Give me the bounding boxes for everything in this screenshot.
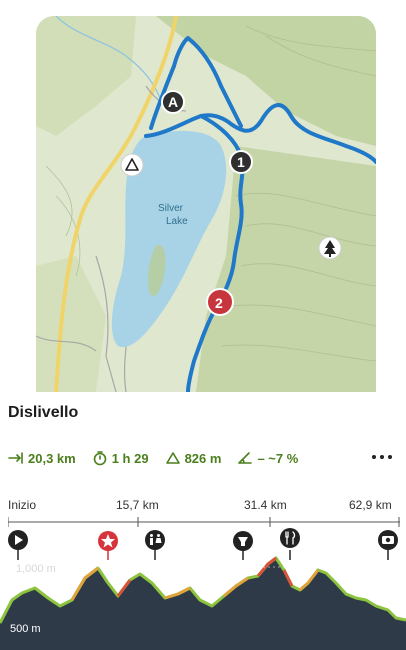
- more-options-icon[interactable]: [372, 449, 392, 465]
- grade-icon: [237, 450, 253, 466]
- lake-label: Silver: [158, 203, 184, 214]
- campsite-icon[interactable]: [120, 153, 144, 177]
- distance-value: 20,3 km: [28, 450, 76, 466]
- photo-spot-icon[interactable]: [378, 530, 398, 560]
- axis-km1-label: 15,7 km: [116, 498, 159, 512]
- restroom-icon[interactable]: [145, 530, 165, 560]
- elevation-panel: Dislivello 20,3 km 1 h 29 826 m – ~7 % I…: [0, 392, 406, 650]
- svg-text:A: A: [168, 94, 178, 110]
- elevation-profile[interactable]: 1,000 m 500 m: [0, 528, 406, 650]
- ascent-icon: [165, 450, 181, 466]
- tree-icon[interactable]: [318, 236, 342, 260]
- ascent-value: 826 m: [184, 450, 222, 466]
- waypoint-a[interactable]: A: [161, 90, 185, 114]
- stopwatch-icon: [92, 450, 108, 466]
- distance-axis: Inizio 15,7 km 31.4 km 62,9 km: [0, 498, 406, 516]
- duration-stat: 1 h 29: [92, 450, 149, 466]
- elevation-high-label: 1,000 m: [16, 563, 56, 575]
- axis-line: [8, 517, 400, 527]
- waypoint-2[interactable]: 2: [206, 288, 234, 316]
- start-play-icon[interactable]: [8, 530, 28, 560]
- waypoint-1[interactable]: 1: [229, 150, 253, 174]
- restaurant-icon[interactable]: [280, 528, 300, 560]
- panel-title: Dislivello: [8, 404, 79, 421]
- favorite-star-icon[interactable]: [98, 531, 118, 560]
- axis-start-label: Inizio: [8, 498, 37, 512]
- distance-icon: [8, 450, 24, 466]
- viewpoint-icon[interactable]: [233, 531, 253, 560]
- distance-stat: 20,3 km: [8, 450, 76, 466]
- axis-km3-label: 62,9 km: [349, 498, 392, 512]
- svg-text:1: 1: [237, 154, 245, 170]
- svg-text:2: 2: [215, 295, 223, 311]
- grade-value: – ~7 %: [257, 450, 299, 466]
- stats-row: 20,3 km 1 h 29 826 m – ~7 %: [8, 448, 314, 468]
- lake-label: Lake: [166, 216, 188, 227]
- ascent-stat: 826 m: [165, 450, 222, 466]
- elevation-low-label: 500 m: [10, 623, 41, 635]
- grade-stat: – ~7 %: [237, 450, 298, 466]
- map-area[interactable]: Silver Lake A 1 2: [0, 0, 406, 392]
- axis-km2-label: 31.4 km: [244, 498, 287, 512]
- duration-value: 1 h 29: [111, 450, 149, 466]
- map-canvas[interactable]: Silver Lake A 1 2: [36, 16, 376, 392]
- route-map[interactable]: Silver Lake A 1 2: [36, 16, 376, 392]
